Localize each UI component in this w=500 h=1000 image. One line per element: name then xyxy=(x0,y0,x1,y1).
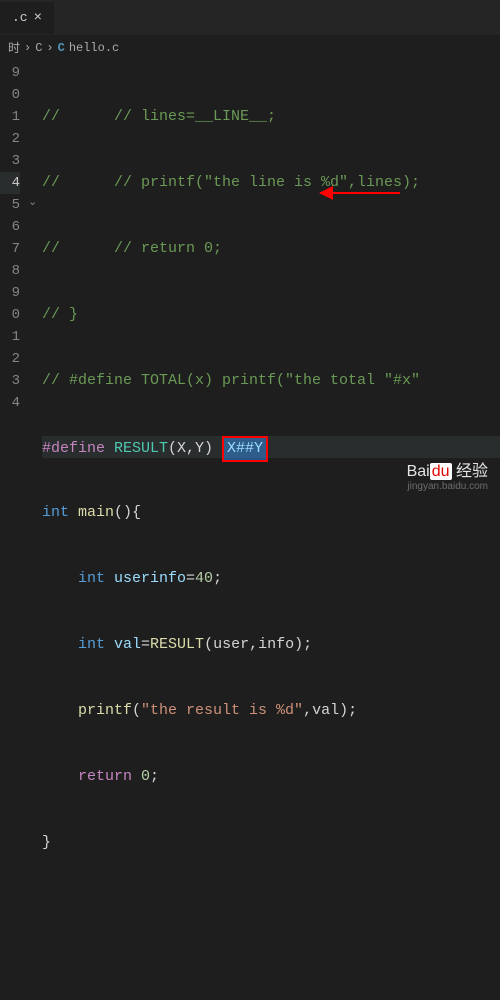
code-text: val xyxy=(105,636,141,653)
code-text: X##Y xyxy=(227,440,263,457)
code-text: int xyxy=(42,504,69,521)
code-text: // } xyxy=(42,306,78,323)
line-number: 3 xyxy=(0,370,20,392)
watermark-text: du xyxy=(430,463,452,480)
breadcrumb-seg[interactable]: C xyxy=(35,41,42,55)
code-text: int xyxy=(42,636,105,653)
line-number: 7 xyxy=(0,238,20,260)
code-text: (X,Y) xyxy=(168,440,222,457)
code-text: RESULT xyxy=(150,636,204,653)
code-text: (user,info); xyxy=(204,636,312,653)
code-text: ; xyxy=(213,570,222,587)
line-number: 4 xyxy=(0,392,20,414)
code-text: #define xyxy=(42,440,105,457)
line-number: 9 xyxy=(0,282,20,304)
code-text: main xyxy=(69,504,114,521)
arrow-annotation xyxy=(320,192,400,194)
line-number: 8 xyxy=(0,260,20,282)
code-text: (){ xyxy=(114,504,141,521)
watermark-text: 经验 xyxy=(456,463,488,480)
code-text: // #define TOTAL(x) printf("the total "#… xyxy=(42,372,420,389)
line-number: 3 xyxy=(0,150,20,172)
code-area[interactable]: // // lines=__LINE__; // // printf("the … xyxy=(42,60,500,500)
line-number: 1 xyxy=(0,106,20,128)
breadcrumb-file[interactable]: hello.c xyxy=(69,41,119,55)
code-text: RESULT xyxy=(105,440,168,457)
editor: 9 0 1 2 3 4 5 6 7 8 9 0 1 2 3 4 ⌄ // // … xyxy=(0,60,500,500)
line-number: 2 xyxy=(0,348,20,370)
watermark-url: jingyan.baidu.com xyxy=(407,481,488,492)
tab-bar: .c × xyxy=(0,0,500,35)
code-text: } xyxy=(42,834,51,851)
code-text: ; xyxy=(150,768,159,785)
breadcrumb: 时 › C › C hello.c xyxy=(0,35,500,60)
chevron-right-icon: › xyxy=(24,41,31,55)
line-number: 0 xyxy=(0,84,20,106)
code-text: // // printf("the line is %d",lines); xyxy=(42,174,420,191)
code-text: int xyxy=(42,570,105,587)
line-number: 4 xyxy=(0,172,20,194)
code-text: userinfo xyxy=(105,570,186,587)
code-text: printf xyxy=(42,702,132,719)
code-text: "the result is %d" xyxy=(141,702,303,719)
code-text: 40 xyxy=(195,570,213,587)
code-text: // // lines=__LINE__; xyxy=(42,108,276,125)
line-number-gutter: 9 0 1 2 3 4 5 6 7 8 9 0 1 2 3 4 xyxy=(0,60,28,500)
watermark: Baidu 经验 jingyan.baidu.com xyxy=(407,457,488,492)
line-number: 6 xyxy=(0,216,20,238)
code-text: ,val); xyxy=(303,702,357,719)
line-number: 2 xyxy=(0,128,20,150)
code-text: 0 xyxy=(132,768,150,785)
code-text: // // return 0; xyxy=(42,240,222,257)
line-number: 9 xyxy=(0,62,20,84)
selection-highlight: X##Y xyxy=(222,436,268,462)
code-text: ( xyxy=(132,702,141,719)
tab-title: .c xyxy=(12,10,28,25)
fold-gutter: ⌄ xyxy=(28,60,42,500)
breadcrumb-seg[interactable]: 时 xyxy=(8,39,20,56)
c-file-icon: C xyxy=(58,41,65,55)
chevron-right-icon: › xyxy=(46,41,53,55)
code-text: = xyxy=(186,570,195,587)
fold-icon[interactable]: ⌄ xyxy=(28,192,42,214)
file-tab[interactable]: .c × xyxy=(0,2,54,34)
line-number: 5 xyxy=(0,194,20,216)
close-icon[interactable]: × xyxy=(34,10,42,26)
watermark-text: Bai xyxy=(407,463,430,480)
code-text: = xyxy=(141,636,150,653)
line-number: 0 xyxy=(0,304,20,326)
code-text: return xyxy=(42,768,132,785)
line-number: 1 xyxy=(0,326,20,348)
